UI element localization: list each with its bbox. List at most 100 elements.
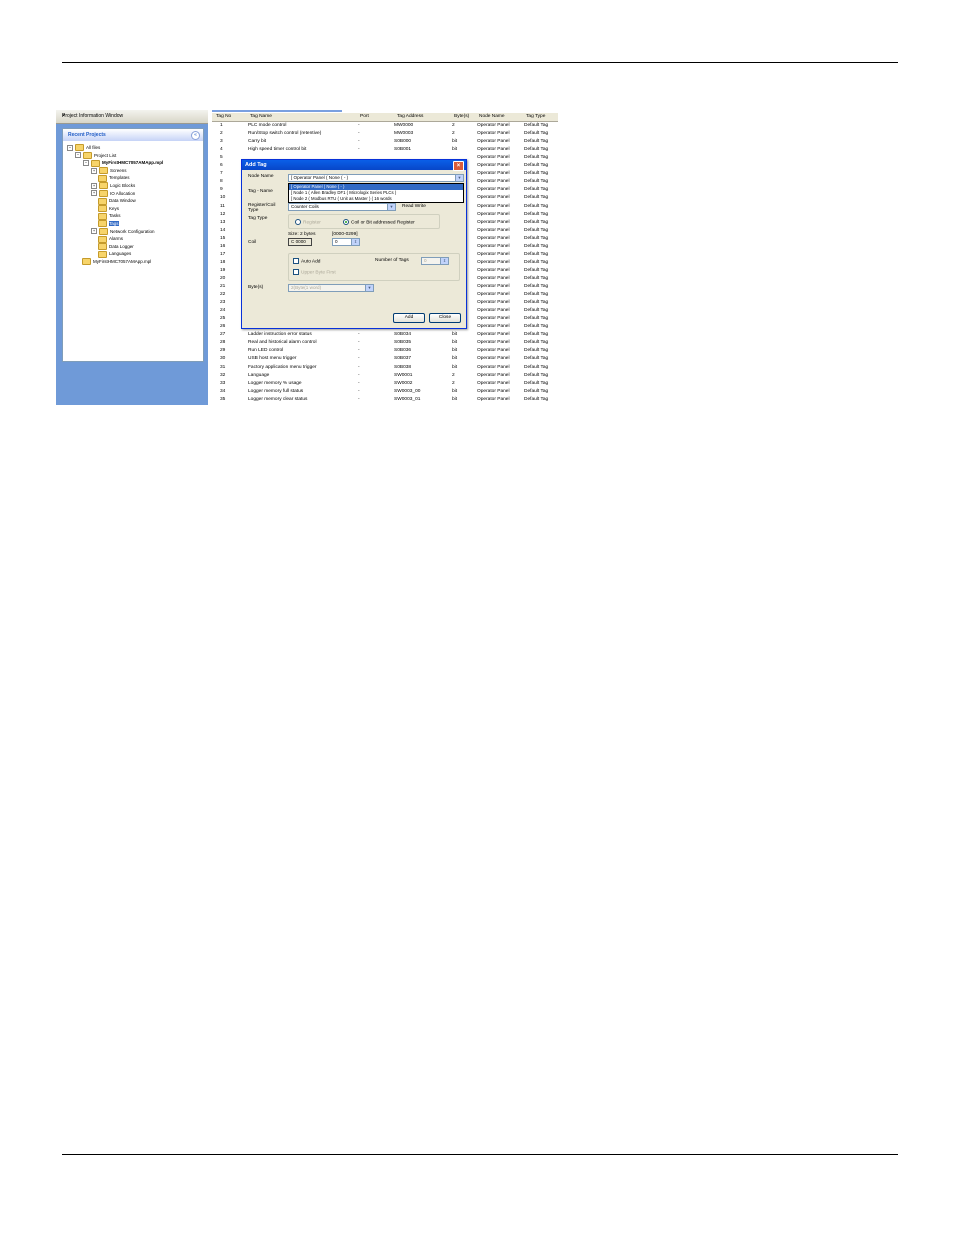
tree-item[interactable]: Templates [98, 174, 130, 182]
auto-add-checkbox[interactable]: Auto Add [293, 258, 320, 264]
tree-item[interactable]: + Network Configuration [91, 227, 155, 235]
col-tag-no[interactable]: Tag No [216, 114, 231, 119]
table-row[interactable]: 35 Logger memory clear status - SW0003_01 bi… [212, 396, 558, 404]
tree-item[interactable]: − Project List [75, 151, 116, 159]
recent-projects-label: Recent Projects [68, 132, 106, 138]
cell-no: 6 [220, 163, 223, 169]
radio-coil-button[interactable] [343, 219, 349, 225]
node-option[interactable]: [ Node 2 ( Modbus RTU ( Unit as Master )… [289, 196, 463, 202]
cell-port: - [358, 123, 360, 128]
folder-icon [99, 182, 108, 190]
collapse-icon[interactable]: « [191, 131, 200, 140]
application-screenshot: Project Information Window × Recent Proj… [56, 110, 558, 405]
close-button[interactable]: Close [429, 313, 461, 323]
cell-no: 32 [220, 372, 226, 378]
cell-node: Operator Panel [477, 243, 510, 249]
auto-add-check[interactable] [293, 258, 299, 264]
table-row[interactable]: 32 Language - SW0001 2 Operator Panel Default … [212, 372, 558, 380]
cell-bytes: bit [452, 340, 458, 346]
cell-node: Operator Panel [477, 324, 510, 330]
tree-item[interactable]: Languages [98, 250, 131, 258]
cell-node: Operator Panel [477, 308, 510, 314]
number-of-tags-value: 0 [424, 258, 427, 263]
cell-bytes: bit [452, 147, 458, 153]
table-row[interactable]: 1 PLC mode control - MW0000 2 Operator Panel D… [212, 122, 558, 130]
dialog-title-bar[interactable]: Add Tag × [242, 160, 466, 171]
table-row[interactable]: 28 Real and historical alarm control - S0B0… [212, 339, 558, 347]
coil-prefix: C 0000 [291, 239, 306, 244]
col-bytes[interactable]: Byte(s) [454, 114, 469, 119]
table-row[interactable]: 30 USB host menu trigger - S0B037 bit Operato… [212, 355, 558, 363]
expand-icon[interactable]: + [91, 190, 97, 197]
chevron-down-icon[interactable]: ▼ [387, 204, 395, 210]
tree-item[interactable]: − All files [67, 144, 100, 152]
expand-icon[interactable]: + [91, 167, 97, 174]
cell-name: Ladder instruction error status [248, 332, 312, 338]
col-tag-name[interactable]: Tag Name [250, 114, 272, 119]
tree-item[interactable]: − MyFirstHMC7057AMApp.mpl [83, 159, 163, 167]
tree-item-label: Tags [109, 221, 119, 226]
register-coil-type-select[interactable]: Counter Coils ▼ [288, 203, 396, 211]
table-row[interactable]: 27 Ladder instruction error status - S0B034… [212, 331, 558, 339]
table-row[interactable]: 31 Factory application menu trigger - S0B03… [212, 364, 558, 372]
dialog-close-icon[interactable]: × [453, 161, 464, 171]
table-row[interactable]: 4 High speed timer control bit - S0B001 bit O… [212, 146, 558, 154]
spin-icon[interactable]: ⇕ [351, 239, 359, 245]
tree-item-label: Keys [109, 205, 120, 211]
tree-item-label: Data Logger [109, 243, 134, 249]
tree-item[interactable]: Data Window [98, 197, 136, 205]
cell-name: USB host menu trigger [248, 356, 297, 362]
chevron-down-icon[interactable]: ▼ [365, 285, 373, 291]
tree-item[interactable]: Data Logger [98, 243, 134, 251]
bytes-select[interactable]: 2(Byte(1 word) ▼ [288, 284, 374, 292]
cell-node: Operator Panel [477, 155, 510, 161]
node-option[interactable]: [ Node 1 ( Allen Bradley DF1 ( Micrologi… [289, 190, 463, 196]
tree-item[interactable]: Alarms [98, 235, 123, 243]
upper-byte-checkbox[interactable]: Upper Byte First [293, 269, 336, 275]
node-option[interactable]: [ Operator Panel ( None ( - ) [289, 184, 463, 190]
cell-type: Default Tag [524, 227, 549, 233]
cell-bytes: 2 [452, 380, 455, 386]
col-port[interactable]: Port [360, 114, 369, 119]
table-row[interactable]: 34 Logger memory full status - SW0003_00 bit… [212, 388, 558, 396]
radio-register-button[interactable] [295, 219, 301, 225]
table-row[interactable]: 2 Run/Stop switch control (retentive) - MW0… [212, 130, 558, 138]
tree-item[interactable]: + Screens [91, 167, 127, 175]
collapse-icon[interactable]: − [83, 160, 89, 166]
coil-address-stepper[interactable]: 0 ⇕ [332, 238, 360, 246]
cell-node: Operator Panel [477, 340, 510, 346]
col-tag-type[interactable]: Tag Type [526, 114, 545, 119]
number-of-tags-stepper[interactable]: 0 ⇕ [421, 257, 449, 265]
col-tag-address[interactable]: Tag Address [397, 114, 423, 119]
add-button[interactable]: Add [393, 313, 425, 323]
radio-register[interactable]: Register [295, 219, 321, 225]
col-node-name[interactable]: Node Name [479, 114, 505, 119]
spin-icon[interactable]: ⇕ [440, 258, 448, 264]
tree-item[interactable]: Tags [98, 220, 119, 228]
tree-item[interactable]: + IO Allocation [91, 189, 136, 197]
upper-byte-check[interactable] [293, 269, 299, 275]
cell-port: - [358, 147, 360, 153]
table-row[interactable]: 33 Logger memory % usage - SW0002 2 Operator … [212, 380, 558, 388]
expand-icon[interactable]: + [91, 228, 97, 235]
radio-coil[interactable]: Coil or Bit addressed Register [343, 219, 415, 225]
tree-item[interactable]: Keys [98, 205, 120, 213]
tree-item[interactable]: MyFirstHMC7057AMApp.mpl [82, 258, 151, 266]
auto-add-group: Auto Add Number of Tags 0 ⇕ Upper Byte F… [288, 253, 460, 281]
cell-type: Default Tag [524, 139, 549, 145]
tree-item[interactable]: Tasks [98, 212, 121, 220]
chevron-down-icon[interactable]: ▼ [455, 175, 463, 181]
tree-item[interactable]: + Logic Blocks [91, 182, 135, 190]
collapse-icon[interactable]: − [75, 152, 81, 159]
recent-projects-header[interactable]: Recent Projects « [63, 129, 203, 141]
collapse-icon[interactable]: − [67, 144, 73, 151]
cell-node: Operator Panel [477, 275, 510, 281]
cell-port: - [358, 131, 360, 137]
table-row[interactable]: 29 Run LED control - S0B036 bit Operator Pane… [212, 347, 558, 355]
node-name-select[interactable]: [ Operator Panel ( None ( - ) ▼ [288, 174, 464, 182]
expand-icon[interactable]: + [91, 182, 97, 189]
close-icon[interactable]: × [62, 113, 204, 119]
tree-item-label: IO Allocation [110, 190, 136, 196]
table-row[interactable]: 3 Carry bit - S0B000 bit Operator Panel Defaul… [212, 138, 558, 146]
cell-no: 3 [220, 139, 223, 145]
